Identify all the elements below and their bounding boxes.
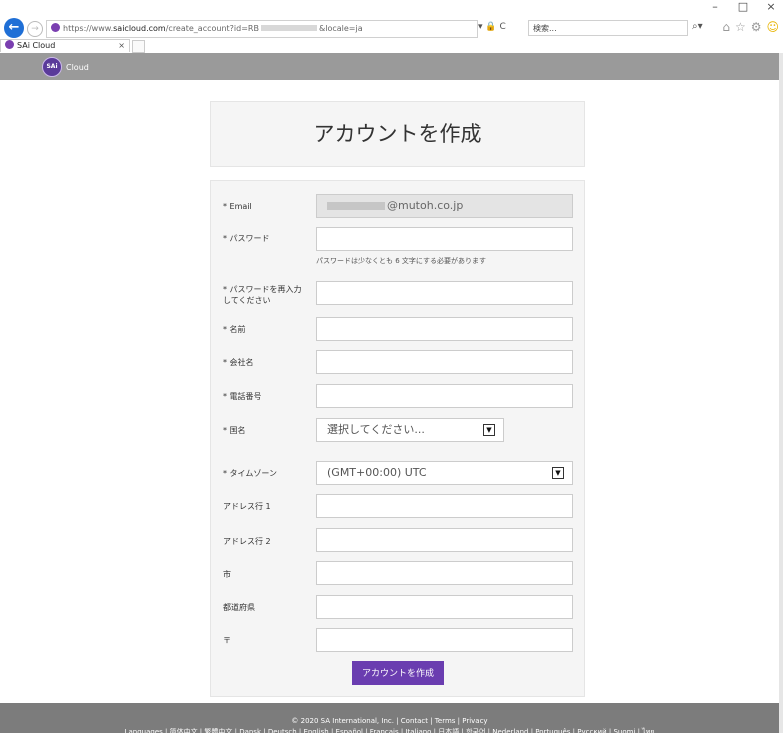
postal-code-field[interactable] <box>316 628 573 652</box>
password-field[interactable] <box>316 227 573 251</box>
country-label: * 国名 <box>223 426 246 435</box>
footer-copyright-links[interactable]: © 2020 SA International, Inc. | Contact … <box>0 716 779 727</box>
name-label: * 名前 <box>223 325 246 334</box>
url-scheme: https://www. <box>63 24 114 33</box>
email-label: * Email <box>223 202 252 211</box>
page-footer: © 2020 SA International, Inc. | Contact … <box>0 703 779 736</box>
url-tail: &locale=ja <box>318 24 363 33</box>
maximize-button[interactable]: □ <box>737 0 749 16</box>
logo-badge-icon: SAi <box>42 57 62 77</box>
tab-sai-cloud[interactable]: SAi Cloud × <box>0 39 130 52</box>
password-hint: パスワードは少なくとも 6 文字にする必要があります <box>316 257 486 265</box>
create-account-form: * Email @mutoh.co.jp * パスワード パスワードは少なくとも… <box>210 180 585 697</box>
city-label: 市 <box>223 570 231 579</box>
phone-label: * 電話番号 <box>223 392 262 401</box>
page-title: アカウントを作成 <box>313 122 482 146</box>
home-icon[interactable]: ⌂ <box>722 20 730 34</box>
create-account-button[interactable]: アカウントを作成 <box>352 661 444 685</box>
tab-favicon-icon <box>5 40 14 49</box>
toolbar-icons: ⌂ ☆ ⚙ ☺ <box>722 20 779 34</box>
title-panel: アカウントを作成 <box>210 101 585 167</box>
lock-refresh-icons[interactable]: ▾ 🔒 C <box>478 22 506 32</box>
password-confirm-field[interactable] <box>316 281 573 305</box>
email-redacted <box>327 202 385 210</box>
tab-close-icon[interactable]: × <box>118 40 125 52</box>
browser-search-input[interactable]: 検索... <box>528 20 688 36</box>
name-field[interactable] <box>316 317 573 341</box>
address-bar[interactable]: https://www.saicloud.com/create_account?… <box>46 20 478 38</box>
city-field[interactable] <box>316 561 573 585</box>
chevron-down-icon[interactable]: ▼ <box>552 467 564 479</box>
chevron-down-icon[interactable]: ▼ <box>483 424 495 436</box>
tab-strip: SAi Cloud × <box>0 39 783 53</box>
page-scrollbar[interactable] <box>779 53 783 733</box>
address2-field[interactable] <box>316 528 573 552</box>
company-field[interactable] <box>316 350 573 374</box>
country-select[interactable]: 選択してください... ▼ <box>316 418 504 442</box>
settings-gear-icon[interactable]: ⚙ <box>751 20 762 34</box>
browser-chrome: – □ × ← → https://www.saicloud.com/creat… <box>0 0 783 53</box>
timezone-label: * タイムゾーン <box>223 469 277 478</box>
email-value: @mutoh.co.jp <box>387 199 464 212</box>
site-favicon-icon <box>51 23 60 32</box>
address1-field[interactable] <box>316 494 573 518</box>
address-row: ← → https://www.saicloud.com/create_acco… <box>0 18 783 38</box>
password-confirm-label: * パスワードを再入力してください <box>223 285 302 305</box>
minimize-button[interactable]: – <box>709 0 721 16</box>
app-header: SAi Cloud <box>0 53 779 80</box>
favorites-star-icon[interactable]: ☆ <box>735 20 746 34</box>
url-path: /create_account?id=RB <box>165 24 259 33</box>
country-selected-value: 選択してください... <box>327 423 425 436</box>
email-field: @mutoh.co.jp <box>316 194 573 218</box>
timezone-select[interactable]: (GMT+00:00) UTC ▼ <box>316 461 573 485</box>
address2-label: アドレス行 2 <box>223 537 271 546</box>
feedback-smiley-icon[interactable]: ☺ <box>766 20 779 34</box>
search-icon[interactable]: ⌕▾ <box>692 21 703 32</box>
timezone-selected-value: (GMT+00:00) UTC <box>327 466 427 479</box>
address1-label: アドレス行 1 <box>223 502 271 511</box>
prefecture-field[interactable] <box>316 595 573 619</box>
logo-text: Cloud <box>66 62 89 72</box>
close-window-button[interactable]: × <box>765 0 777 16</box>
password-label: * パスワード <box>223 234 270 243</box>
new-tab-button[interactable] <box>132 40 145 53</box>
url-redacted <box>260 25 317 31</box>
prefecture-label: 都道府県 <box>223 603 255 612</box>
sai-cloud-logo[interactable]: SAi Cloud <box>42 57 89 77</box>
url-domain: saicloud.com <box>113 24 166 33</box>
company-label: * 会社名 <box>223 358 254 367</box>
window-controls: – □ × <box>709 0 777 16</box>
postal-code-label: 〒 <box>223 636 231 645</box>
tab-title: SAi Cloud <box>17 41 56 50</box>
forward-arrow-icon[interactable]: → <box>27 21 43 37</box>
back-arrow-icon[interactable]: ← <box>4 18 24 38</box>
phone-field[interactable] <box>316 384 573 408</box>
